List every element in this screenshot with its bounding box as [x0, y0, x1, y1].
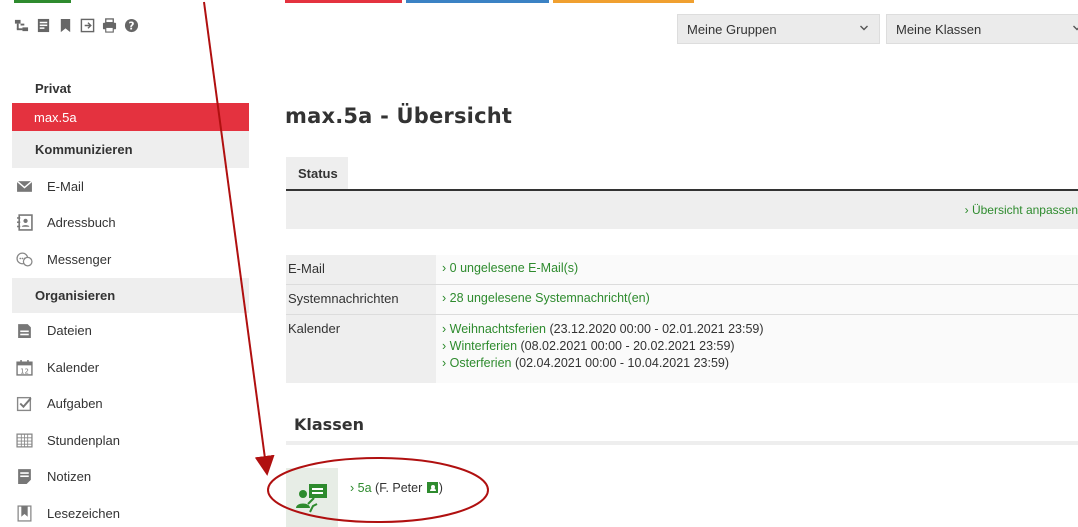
class-entry: › 5a (F. Peter ) [350, 481, 443, 495]
bookmark-icon[interactable] [58, 18, 73, 33]
event-name: Osterferien [449, 356, 512, 370]
tasks-icon [14, 394, 34, 414]
event-range: (08.02.2021 00:00 - 20.02.2021 23:59) [520, 339, 735, 353]
notes-icon [14, 467, 34, 487]
row-label: E-Mail [286, 255, 436, 284]
row-email: E-Mail › 0 ungelesene E-Mail(s) [286, 255, 1078, 285]
unread-system-messages-link[interactable]: › 28 ungelesene Systemnachricht(en) [442, 291, 650, 305]
sidebar-item-label: Notizen [47, 469, 92, 485]
event-name: Winterferien [449, 339, 518, 353]
strip-blue [406, 0, 549, 3]
sidebar: Privat max.5a Kommunizieren E-Mail Adres… [12, 74, 249, 527]
section-communicate: Kommunizieren [12, 131, 249, 168]
event-range: (23.12.2020 00:00 - 02.01.2021 23:59) [549, 322, 764, 336]
calendar-event: › Winterferien (08.02.2021 00:00 - 20.02… [442, 338, 1072, 355]
sidebar-item-calendar[interactable]: 12 Kalender [12, 349, 249, 386]
sidebar-item-bookmarks[interactable]: Lesezeichen [12, 495, 249, 527]
row-label: Kalender [286, 315, 436, 383]
my-classes-select-value: Meine Klassen [896, 21, 982, 37]
calendar-event-link[interactable]: › Winterferien [442, 339, 517, 353]
chevron-down-icon [1073, 25, 1078, 31]
class-teacher-close: ) [438, 481, 443, 495]
calendar-event: › Weihnachtsferien (23.12.2020 00:00 - 0… [442, 321, 1072, 338]
files-icon [14, 321, 34, 341]
sidebar-item-max5a[interactable]: max.5a [12, 103, 249, 131]
row-value: › 0 ungelesene E-Mail(s) [436, 255, 1078, 284]
row-value: › 28 ungelesene Systemnachricht(en) [436, 285, 1078, 314]
top-toolbar: ? [14, 18, 139, 33]
unread-email-text: 0 ungelesene E-Mail(s) [449, 261, 579, 275]
svg-text:12: 12 [20, 367, 29, 375]
unread-system-text: 28 ungelesene Systemnachricht(en) [449, 291, 650, 305]
calendar-event-link[interactable]: › Osterferien [442, 356, 511, 370]
strip-red [285, 0, 402, 3]
svg-text:?: ? [129, 20, 135, 32]
tab-status[interactable]: Status [286, 157, 348, 190]
sidebar-item-timetable[interactable]: Stundenplan [12, 422, 249, 459]
my-groups-select-value: Meine Gruppen [687, 21, 777, 37]
addressbook-icon [14, 213, 34, 233]
class-link[interactable]: › 5a [350, 481, 372, 495]
timetable-icon [14, 430, 34, 450]
bookmark-icon [14, 503, 34, 523]
sidebar-item-messenger[interactable]: Messenger [12, 241, 249, 278]
sidebar-item-label: E-Mail [47, 178, 84, 194]
logout-icon[interactable] [80, 18, 95, 33]
contact-card-icon[interactable] [426, 482, 438, 493]
sidebar-item-label: Stundenplan [47, 432, 121, 448]
customize-overview-link[interactable]: › Übersicht anpassen [965, 203, 1078, 217]
sidebar-item-label: Aufgaben [47, 396, 103, 412]
class-teacher: (F. Peter [375, 481, 423, 495]
page-title: max.5a - Übersicht [285, 104, 513, 128]
sidebar-item-addressbook[interactable]: Adressbuch [12, 205, 249, 242]
row-system-messages: Systemnachrichten › 28 ungelesene System… [286, 285, 1078, 315]
sidebar-item-label: Kalender [47, 359, 100, 375]
sidebar-item-email[interactable]: E-Mail [12, 168, 249, 205]
chevron-down-icon [860, 25, 868, 31]
row-label: Systemnachrichten [286, 285, 436, 314]
class-name: 5a [357, 481, 372, 495]
row-value: › Weihnachtsferien (23.12.2020 00:00 - 0… [436, 315, 1078, 383]
my-groups-select[interactable]: Meine Gruppen [677, 14, 880, 44]
calendar-event-link[interactable]: › Weihnachtsferien [442, 322, 546, 336]
sidebar-item-label: Dateien [47, 323, 92, 339]
event-range: (02.04.2021 00:00 - 10.04.2021 23:59) [514, 356, 730, 370]
strip-green [14, 0, 71, 3]
sidebar-item-label: Adressbuch [47, 215, 116, 231]
tab-toolbar: › Übersicht anpassen [286, 191, 1078, 229]
sidebar-item-files[interactable]: Dateien [12, 313, 249, 350]
row-calendar: Kalender › Weihnachtsferien (23.12.2020 … [286, 315, 1078, 383]
unread-email-link[interactable]: › 0 ungelesene E-Mail(s) [442, 261, 578, 275]
calendar-event: › Osterferien (02.04.2021 00:00 - 10.04.… [442, 355, 1072, 372]
classes-heading: Klassen [294, 415, 364, 434]
strip-orange [553, 0, 694, 3]
sidebar-item-label: Messenger [47, 251, 112, 267]
help-icon[interactable]: ? [124, 18, 139, 33]
class-teacher-icon [286, 468, 338, 527]
section-organize: Organisieren [12, 277, 249, 313]
sidebar-item-tasks[interactable]: Aufgaben [12, 386, 249, 423]
chevron-right-icon: › [964, 203, 969, 217]
event-name: Weihnachtsferien [449, 322, 546, 336]
sitemap-icon[interactable] [14, 18, 29, 33]
classes-divider [286, 441, 1078, 445]
print-icon[interactable] [102, 18, 117, 33]
envelope-icon [14, 176, 34, 196]
sidebar-item-notes[interactable]: Notizen [12, 459, 249, 496]
calendar-icon: 12 [14, 357, 34, 377]
customize-overview-label: Übersicht anpassen [971, 203, 1078, 217]
sidebar-item-label: Lesezeichen [47, 505, 120, 521]
notes-icon[interactable] [36, 18, 51, 33]
my-classes-select[interactable]: Meine Klassen [886, 14, 1078, 44]
messenger-icon [14, 249, 34, 269]
section-private: Privat [35, 81, 72, 96]
